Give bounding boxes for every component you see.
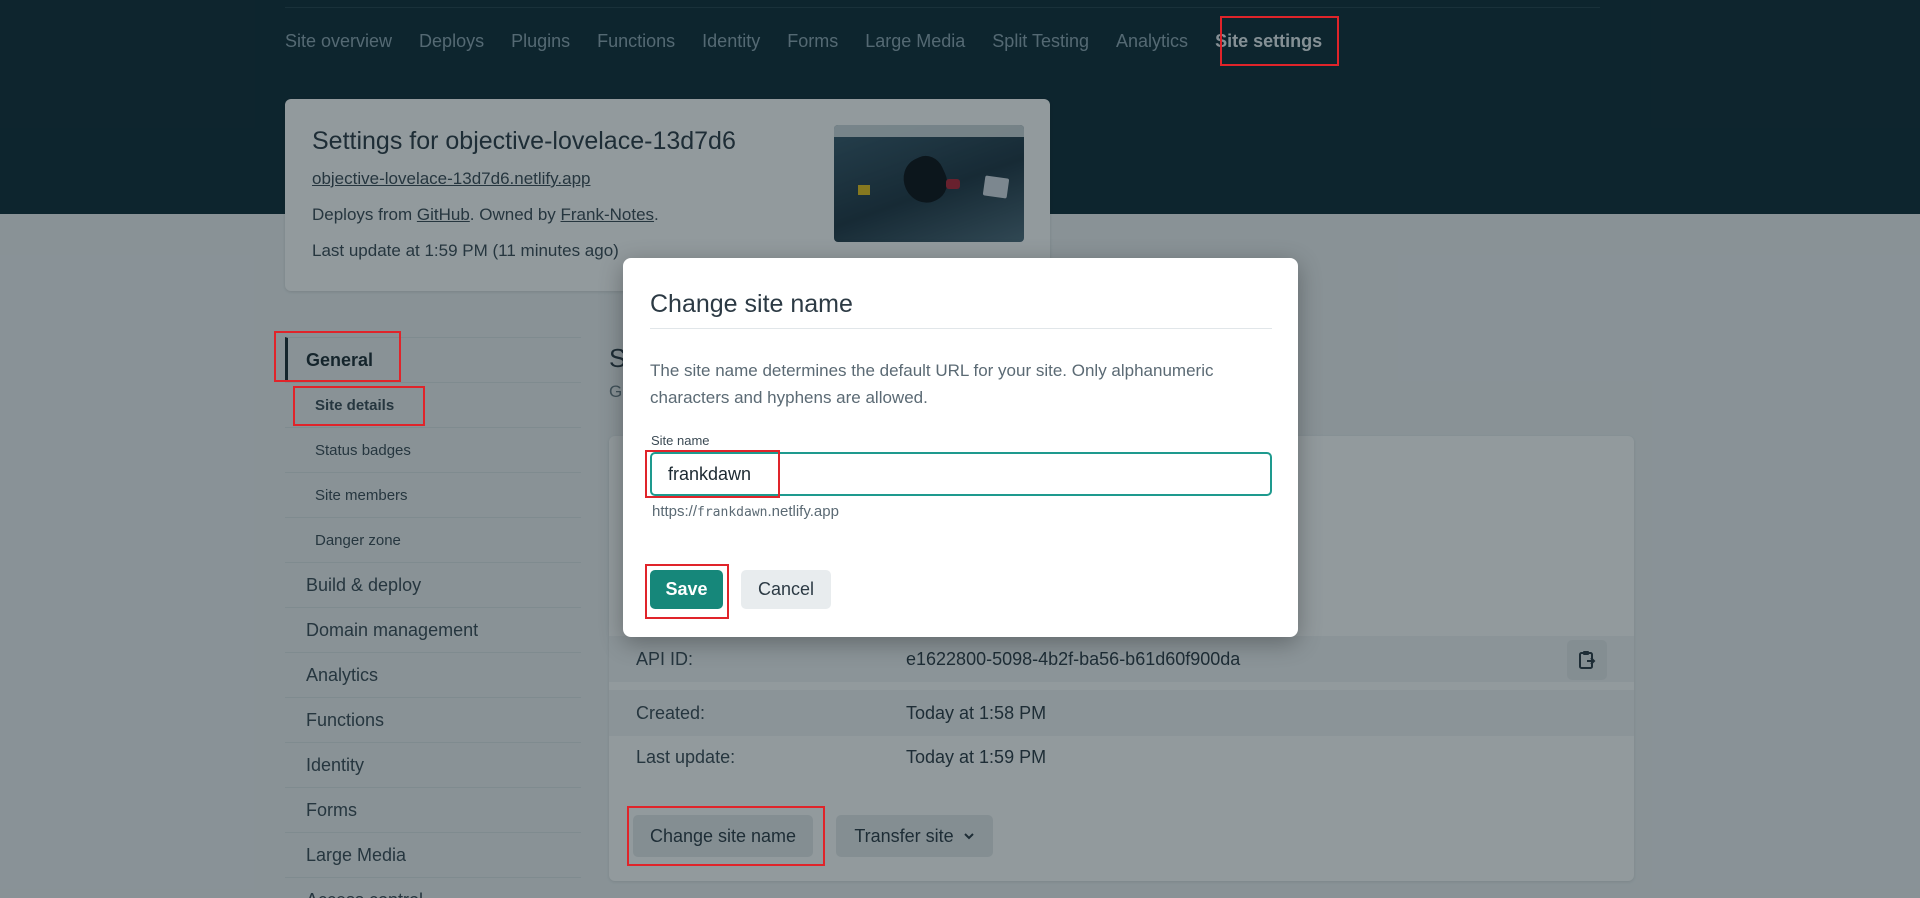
url-preview-prefix: https:// [652,503,698,520]
site-name-input[interactable] [650,452,1272,496]
dialog-title: Change site name [650,290,853,318]
change-site-name-dialog: Change site name The site name determine… [623,258,1298,637]
save-button[interactable]: Save [650,570,723,609]
dialog-description: The site name determines the default URL… [650,361,1214,407]
site-name-label: Site name [651,433,710,448]
site-url-preview: https://frankdawn.netlify.app [652,503,839,520]
url-preview-suffix: .netlify.app [767,503,839,520]
cancel-button[interactable]: Cancel [741,570,831,609]
dialog-divider [650,328,1272,329]
url-preview-name: frankdawn [697,505,768,520]
